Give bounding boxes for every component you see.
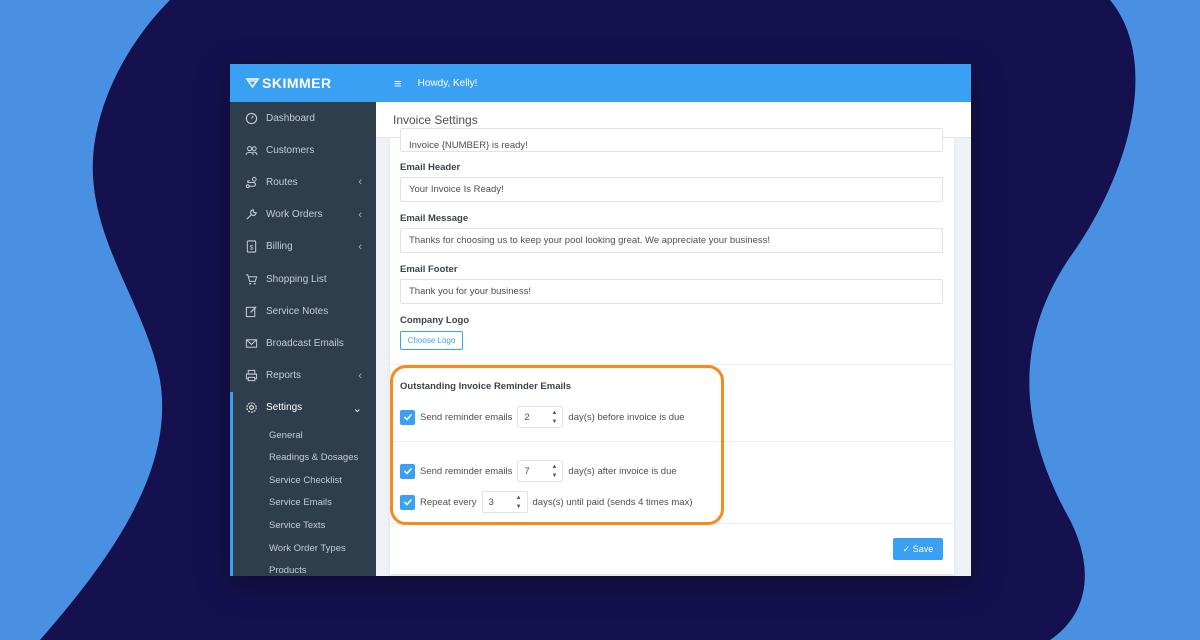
subnav-item-readings-dosages[interactable]: Readings & Dosages [233, 446, 376, 469]
subnav-item-products[interactable]: Products [233, 559, 376, 576]
reminder-before-suffix: day(s) before invoice is due [568, 411, 685, 423]
reminder-before-checkbox[interactable] [400, 409, 415, 425]
chevron-left-icon: ‹ [358, 208, 362, 221]
sidebar-item-label: Service Notes [266, 305, 329, 317]
subnav-item-service-emails[interactable]: Service Emails [233, 492, 376, 515]
repeat-prefix: Repeat every [420, 496, 477, 508]
divider [390, 523, 954, 524]
email-message-label: Email Message [400, 213, 469, 224]
sidebar-item-work-orders[interactable]: Work Orders ‹ [230, 199, 376, 231]
brand-name: SKIMMER [262, 75, 332, 91]
email-header-field[interactable]: Your Invoice Is Ready! [400, 177, 943, 202]
user-greeting[interactable]: Howdy, Kelly! [418, 78, 478, 89]
stepper-arrows-icon[interactable]: ▲ ▼ [551, 463, 557, 481]
skimmer-logo-icon [246, 78, 259, 88]
sidebar-item-settings[interactable]: Settings ⌄ [230, 391, 376, 424]
reminder-after-suffix: day(s) after invoice is due [568, 465, 677, 477]
app-window: SKIMMER Dashboard Customers Routes ‹ Wor… [230, 64, 971, 576]
page-title: Invoice Settings [393, 112, 478, 127]
checkmark-icon [403, 413, 412, 421]
checkmark-icon [403, 467, 412, 475]
printer-icon [245, 369, 258, 382]
sidebar-item-customers[interactable]: Customers [230, 134, 376, 166]
email-message-field[interactable]: Thanks for choosing us to keep your pool… [400, 228, 943, 253]
sidebar-item-label: Work Orders [266, 209, 323, 221]
repeat-suffix: days(s) until paid (sends 4 times max) [532, 496, 693, 508]
brand-logo[interactable]: SKIMMER [230, 64, 376, 102]
sidebar-item-shopping-list[interactable]: Shopping List [230, 263, 376, 295]
hamburger-menu-icon[interactable]: ≡ [394, 76, 402, 91]
subnav-item-service-texts[interactable]: Service Texts [233, 514, 376, 537]
routes-icon [245, 176, 258, 189]
save-button[interactable]: ✓ Save [893, 538, 943, 560]
edit-icon [245, 305, 258, 318]
sidebar-item-reports[interactable]: Reports ‹ [230, 360, 376, 392]
chevron-left-icon: ‹ [358, 176, 362, 189]
email-subject-field[interactable]: Invoice {NUMBER} is ready! [400, 128, 943, 152]
sidebar-item-label: Shopping List [266, 273, 327, 285]
billing-icon: $ [245, 240, 258, 253]
email-footer-label: Email Footer [400, 264, 458, 275]
reminder-before-prefix: Send reminder emails [420, 411, 513, 423]
reminder-after-prefix: Send reminder emails [420, 465, 513, 477]
sidebar-item-service-notes[interactable]: Service Notes [230, 295, 376, 327]
days-after-stepper[interactable]: 7 ▲ ▼ [517, 460, 564, 482]
sidebar-item-dashboard[interactable]: Dashboard [230, 102, 376, 134]
sidebar-item-billing[interactable]: $ Billing ‹ [230, 231, 376, 263]
dashboard-icon [245, 112, 258, 125]
days-after-value: 7 [524, 465, 530, 477]
reminder-after-row: Send reminder emails 7 ▲ ▼ day(s) after i… [400, 459, 677, 483]
repeat-checkbox[interactable] [400, 494, 415, 510]
svg-text:$: $ [250, 245, 254, 252]
mail-icon [245, 337, 258, 350]
chevron-left-icon: ‹ [358, 369, 362, 382]
subnav-item-service-checklist[interactable]: Service Checklist [233, 469, 376, 492]
top-bar: ≡ Howdy, Kelly! [376, 64, 971, 102]
sidebar-item-label: Dashboard [266, 112, 315, 124]
email-header-label: Email Header [400, 162, 461, 173]
sidebar-item-label: Broadcast Emails [266, 337, 344, 349]
gear-icon [245, 401, 258, 414]
company-logo-label: Company Logo [400, 315, 470, 326]
chevron-left-icon: ‹ [358, 240, 362, 253]
sidebar-item-label: Reports [266, 370, 302, 382]
cart-icon [245, 273, 258, 286]
settings-subnav: General Readings & Dosages Service Check… [230, 423, 376, 576]
check-icon: ✓ [902, 543, 913, 554]
divider [390, 441, 954, 442]
choose-logo-button[interactable]: Choose Logo [400, 331, 463, 350]
sidebar-item-routes[interactable]: Routes ‹ [230, 166, 376, 198]
reminder-after-checkbox[interactable] [400, 463, 415, 479]
sidebar-item-broadcast-emails[interactable]: Broadcast Emails [230, 327, 376, 359]
reminder-section-title: Outstanding Invoice Reminder Emails [400, 381, 572, 392]
subnav-item-general[interactable]: General [233, 424, 376, 447]
email-footer-field[interactable]: Thank you for your business! [400, 279, 943, 304]
customers-icon [245, 144, 258, 157]
stepper-arrows-icon[interactable]: ▲ ▼ [551, 409, 557, 427]
repeat-days-stepper[interactable]: 3 ▲ ▼ [481, 491, 528, 513]
chevron-down-icon: ⌄ [352, 402, 362, 415]
days-before-stepper[interactable]: 2 ▲ ▼ [517, 406, 564, 428]
sidebar-item-label: Billing [266, 241, 293, 253]
invoice-settings-card: Invoice {NUMBER} is ready! Email Header … [390, 128, 954, 574]
divider [390, 364, 954, 365]
sidebar: SKIMMER Dashboard Customers Routes ‹ Wor… [230, 64, 376, 576]
wrench-icon [245, 208, 258, 221]
subnav-item-work-order-types[interactable]: Work Order Types [233, 537, 376, 560]
sidebar-item-label: Settings [266, 402, 303, 414]
stepper-arrows-icon[interactable]: ▲ ▼ [516, 494, 522, 512]
sidebar-item-label: Customers [266, 144, 315, 156]
reminder-before-row: Send reminder emails 2 ▲ ▼ day(s) before … [400, 405, 685, 429]
save-button-label: Save [912, 544, 934, 554]
sidebar-item-label: Routes [266, 176, 298, 188]
checkmark-icon [403, 498, 412, 506]
repeat-days-value: 3 [488, 496, 494, 508]
days-before-value: 2 [524, 411, 530, 423]
repeat-row: Repeat every 3 ▲ ▼ days(s) until paid (se… [400, 490, 693, 514]
